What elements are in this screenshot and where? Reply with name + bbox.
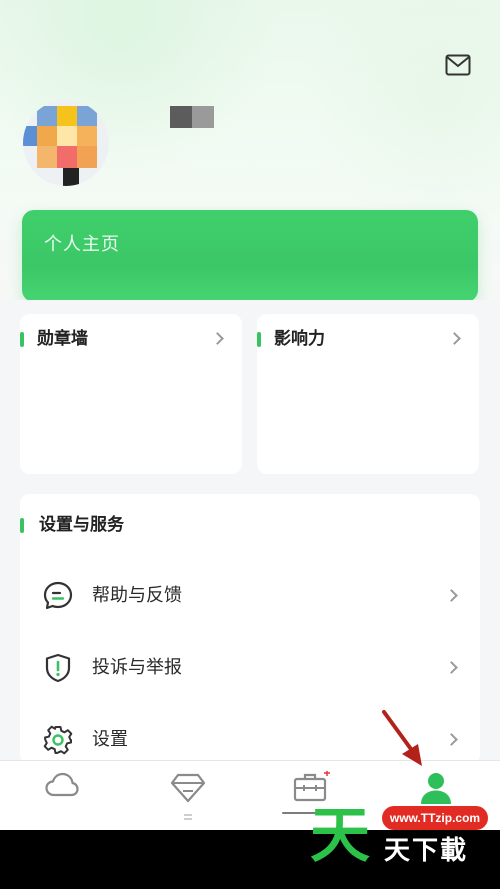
shield-alert-icon [45, 653, 71, 683]
section-bar [257, 332, 261, 347]
mail-icon [445, 54, 471, 76]
chevron-right-icon [445, 589, 458, 602]
watermark-text: 天下載 [384, 836, 469, 866]
badge-wall-card[interactable]: 勋章墙 [20, 314, 242, 474]
personal-homepage-card[interactable]: 个人主页 [22, 210, 478, 302]
diamond-icon [170, 773, 206, 820]
settings-label: 设置 [92, 729, 128, 750]
influence-title: 影响力 [274, 329, 325, 349]
profile-page: ■■ 个人主页 勋章墙 影响力 设置与服务 帮助与反馈 [0, 0, 500, 889]
settings-services-header: 设置与服务 [20, 514, 480, 536]
briefcase-icon [293, 771, 330, 802]
username-redacted: ■■ [170, 106, 214, 128]
settings-services-title: 设置与服务 [39, 515, 124, 535]
influence-header: 影响力 [257, 328, 479, 350]
nav-cloud[interactable] [32, 767, 92, 823]
annotation-arrow-icon [382, 710, 422, 766]
help-feedback-row[interactable]: 帮助与反馈 [20, 571, 480, 621]
complaint-report-label: 投诉与举报 [92, 657, 182, 678]
chevron-right-icon [445, 661, 458, 674]
chevron-right-icon [211, 332, 224, 345]
chevron-right-icon [445, 733, 458, 746]
gear-icon [43, 725, 73, 755]
help-feedback-label: 帮助与反馈 [92, 585, 182, 606]
watermark-logo-char: 天 [310, 801, 370, 871]
cloud-icon [45, 772, 79, 797]
avatar[interactable] [23, 100, 109, 186]
ttzip-watermark: 天 www.TTzip.com 天下載 [306, 800, 500, 876]
badge-wall-header: 勋章墙 [20, 328, 242, 350]
section-bar [20, 518, 24, 533]
badge-wall-title: 勋章墙 [37, 329, 88, 349]
influence-card[interactable]: 影响力 [257, 314, 479, 474]
chat-bubble-icon [43, 581, 73, 610]
mail-button[interactable] [443, 52, 473, 78]
complaint-report-row[interactable]: 投诉与举报 [20, 643, 480, 693]
chevron-right-icon [448, 332, 461, 345]
nav-diamond[interactable] [158, 767, 218, 823]
personal-homepage-label: 个人主页 [44, 234, 120, 255]
watermark-url: www.TTzip.com [382, 806, 488, 830]
section-bar [20, 332, 24, 347]
